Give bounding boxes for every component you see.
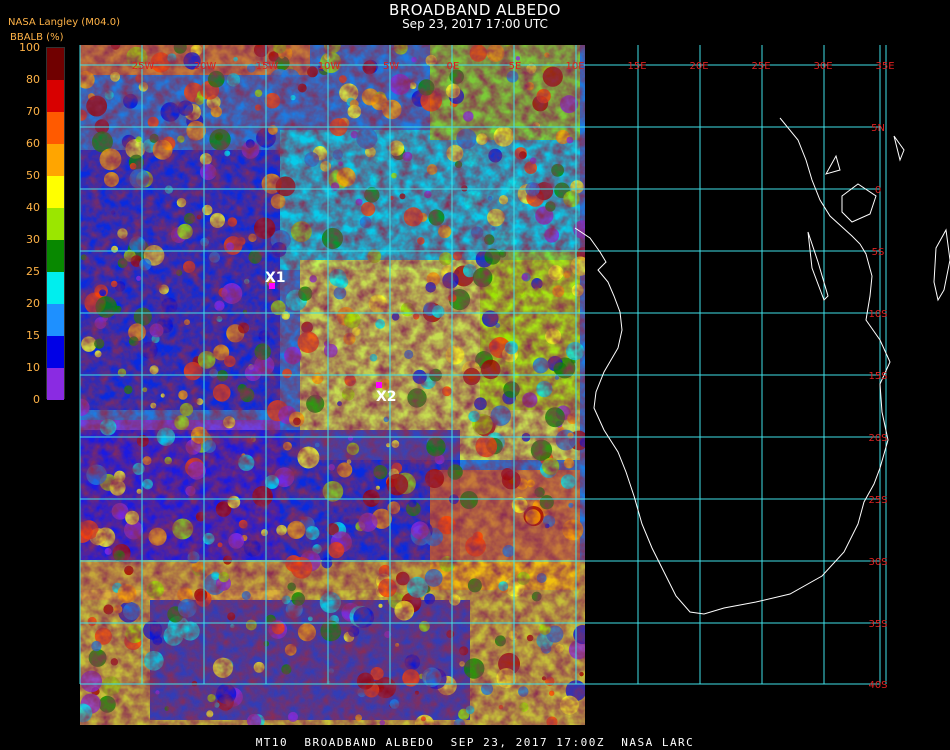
albedo-map: 25W 20W 15W 10W 5W 0E 5E 10E 15E 20E 25E 30E 35E 5N 0 5… xyxy=(79,45,950,725)
lon-label: 0E xyxy=(447,61,460,72)
lat-label: 40S xyxy=(868,680,887,691)
lon-label: 5E xyxy=(509,61,522,72)
lon-label: 35E xyxy=(875,61,894,72)
lat-label: 30S xyxy=(868,557,887,568)
lon-label: 20W xyxy=(194,61,217,72)
lat-label: 20S xyxy=(868,433,887,444)
footer-caption: MT10 BROADBAND ALBEDO SEP 23, 2017 17:00… xyxy=(255,736,695,749)
lon-label: 30E xyxy=(813,61,832,72)
lon-label: 25E xyxy=(751,61,770,72)
lon-label: 20E xyxy=(689,61,708,72)
lon-label: 10W xyxy=(318,61,341,72)
lat-label: 0 xyxy=(875,185,881,196)
lat-label: 15S xyxy=(868,371,887,382)
lon-label: 25W xyxy=(132,61,155,72)
marker-label: X2 xyxy=(376,389,397,405)
lat-label: 25S xyxy=(868,495,887,506)
lon-label: 15W xyxy=(256,61,279,72)
lat-label: 5S xyxy=(872,247,885,258)
marker-label: X1 xyxy=(265,270,286,286)
lon-label: 5W xyxy=(383,61,399,72)
lon-label: 15E xyxy=(627,61,646,72)
lat-label: 35S xyxy=(868,619,887,630)
lat-label: 10S xyxy=(868,309,887,320)
marker-x2 xyxy=(376,382,382,388)
lat-label: 5N xyxy=(871,123,885,134)
lon-label: 10E xyxy=(565,61,584,72)
